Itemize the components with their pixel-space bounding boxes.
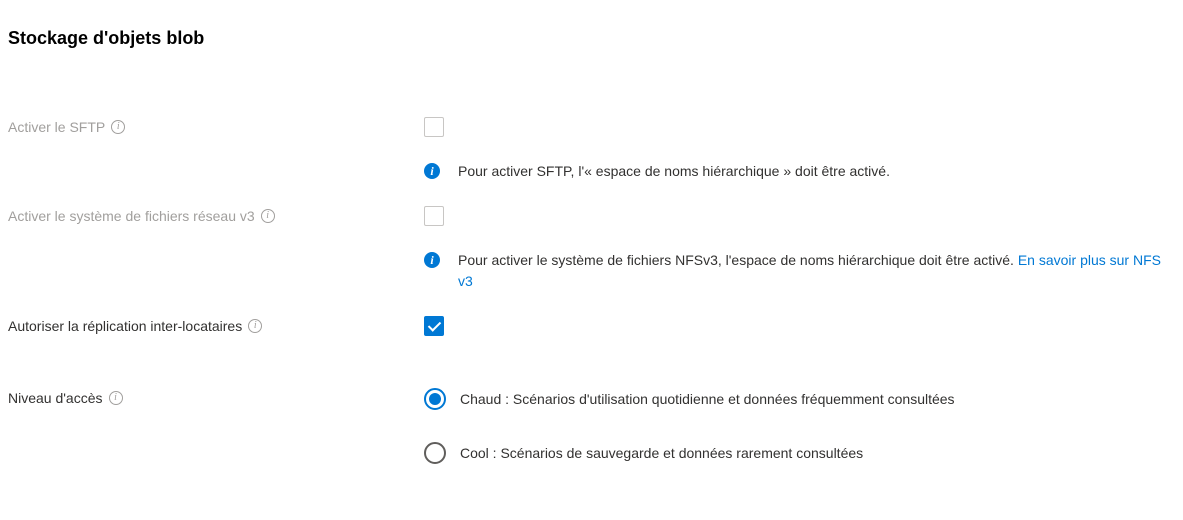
info-badge-icon: i [424, 252, 440, 268]
info-icon[interactable]: i [261, 209, 275, 223]
access-tier-label: Niveau d'accès [8, 390, 103, 406]
access-tier-row: Niveau d'accès i Chaud : Scénarios d'uti… [8, 388, 1175, 464]
access-tier-label-col: Niveau d'accès i [8, 388, 424, 406]
replication-label-col: Autoriser la réplication inter-locataire… [8, 316, 424, 334]
replication-control [424, 316, 1175, 339]
nfs-row: Activer le système de fichiers réseau v3… [8, 206, 1175, 234]
sftp-info-row: i Pour activer SFTP, l'« espace de noms … [8, 161, 1175, 182]
radio-button[interactable] [424, 388, 446, 410]
nfs-info-prefix: Pour activer le système de fichiers NFSv… [458, 252, 1018, 268]
replication-checkbox[interactable] [424, 316, 444, 336]
sftp-checkbox [424, 117, 444, 137]
access-tier-radio-group: Chaud : Scénarios d'utilisation quotidie… [424, 388, 1175, 464]
sftp-info-text: Pour activer SFTP, l'« espace de noms hi… [458, 161, 890, 182]
nfs-info-text: Pour activer le système de fichiers NFSv… [458, 250, 1175, 292]
radio-label: Cool : Scénarios de sauvegarde et donnée… [460, 445, 863, 461]
sftp-row: Activer le SFTP i [8, 117, 1175, 145]
sftp-label: Activer le SFTP [8, 119, 105, 135]
nfs-info-row: i Pour activer le système de fichiers NF… [8, 250, 1175, 292]
info-icon[interactable]: i [248, 319, 262, 333]
access-tier-option-hot[interactable]: Chaud : Scénarios d'utilisation quotidie… [424, 388, 1175, 410]
info-icon[interactable]: i [109, 391, 123, 405]
replication-label: Autoriser la réplication inter-locataire… [8, 318, 242, 334]
nfs-control [424, 206, 1175, 229]
access-tier-option-cool[interactable]: Cool : Scénarios de sauvegarde et donnée… [424, 442, 1175, 464]
sftp-label-col: Activer le SFTP i [8, 117, 424, 135]
nfs-label-col: Activer le système de fichiers réseau v3… [8, 206, 424, 224]
replication-row: Autoriser la réplication inter-locataire… [8, 316, 1175, 344]
radio-button[interactable] [424, 442, 446, 464]
info-badge-icon: i [424, 163, 440, 179]
access-tier-control: Chaud : Scénarios d'utilisation quotidie… [424, 388, 1175, 464]
radio-label: Chaud : Scénarios d'utilisation quotidie… [460, 391, 955, 407]
sftp-control [424, 117, 1175, 140]
info-icon[interactable]: i [111, 120, 125, 134]
nfs-label: Activer le système de fichiers réseau v3 [8, 208, 255, 224]
nfs-checkbox [424, 206, 444, 226]
section-title: Stockage d'objets blob [8, 28, 1175, 49]
